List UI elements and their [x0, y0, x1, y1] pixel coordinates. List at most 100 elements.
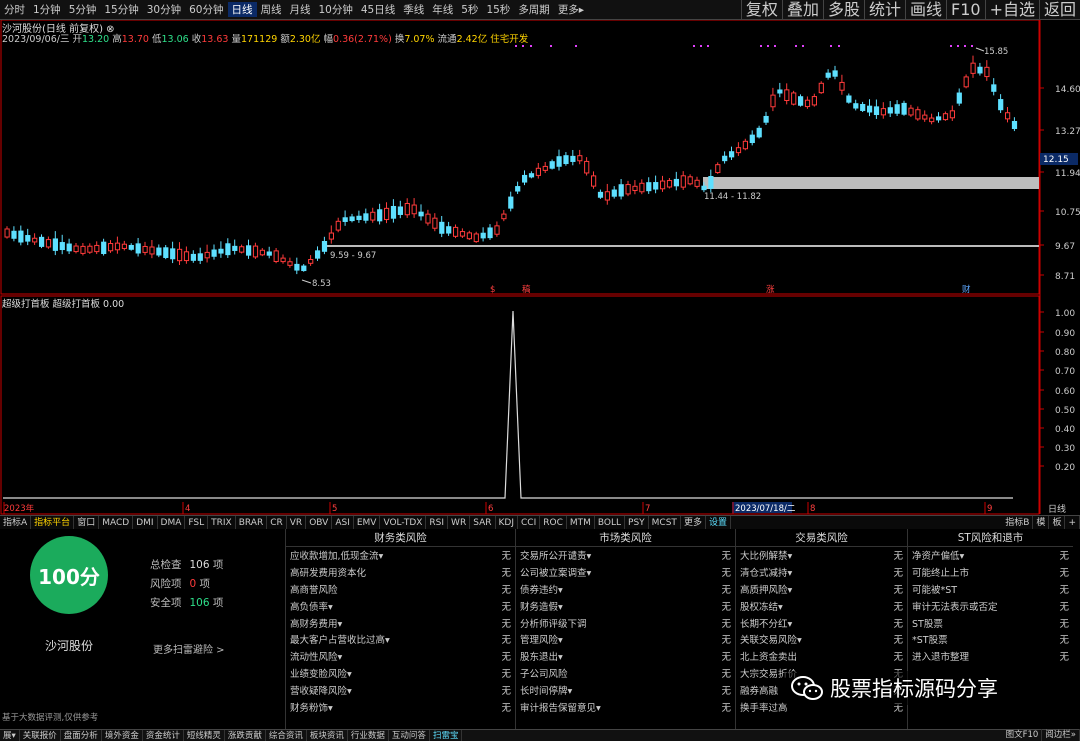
- period-5[interactable]: 60分钟: [185, 2, 227, 17]
- tab-23[interactable]: PSY: [625, 516, 649, 529]
- kline-chart[interactable]: 14.60 13.27 11.94 10.75 9.67 8.71 12.15 9.59 - …: [0, 20, 1080, 520]
- period-6[interactable]: 日线: [227, 2, 257, 17]
- period-3[interactable]: 15分钟: [100, 2, 142, 17]
- risk-row[interactable]: 营收疑降风险▾ 无: [286, 681, 515, 698]
- top-btn-0[interactable]: 复权: [740, 0, 782, 20]
- status-item-7[interactable]: 综合资讯: [266, 730, 307, 741]
- tab-12[interactable]: ASI: [332, 516, 354, 529]
- tab-4[interactable]: DMI: [133, 516, 158, 529]
- risk-row[interactable]: 分析师评级下调 无: [516, 614, 735, 631]
- period-10[interactable]: 45日线: [357, 2, 399, 17]
- risk-row[interactable]: 流动性风险▾ 无: [286, 648, 515, 665]
- status-item-0[interactable]: 展▾: [0, 730, 20, 741]
- status-item-1[interactable]: 关联报价: [20, 730, 61, 741]
- period-7[interactable]: 周线: [257, 2, 286, 17]
- event-mark[interactable]: $: [490, 285, 495, 295]
- top-btn-2[interactable]: 多股: [822, 0, 864, 20]
- risk-row[interactable]: 交易所公开谴责▾ 无: [516, 547, 735, 564]
- status-item-10[interactable]: 互动问答: [389, 730, 430, 741]
- tab-19[interactable]: CCI: [518, 516, 541, 529]
- risk-row[interactable]: 公司被立案调查▾ 无: [516, 564, 735, 581]
- risk-row[interactable]: 高质押风险▾ 无: [736, 581, 907, 598]
- period-12[interactable]: 年线: [428, 2, 457, 17]
- risk-row[interactable]: 高商誉风险 无: [286, 581, 515, 598]
- tab-22[interactable]: BOLL: [595, 516, 626, 529]
- status-item-9[interactable]: 行业数据: [348, 730, 389, 741]
- top-btn-6[interactable]: +自选: [984, 0, 1039, 20]
- period-15[interactable]: 多周期: [514, 2, 554, 17]
- status-item-11[interactable]: 扫雷宝: [430, 730, 463, 741]
- tab-16[interactable]: WR: [448, 516, 471, 529]
- status-item-2[interactable]: 盘面分析: [61, 730, 102, 741]
- tab-13[interactable]: EMV: [354, 516, 381, 529]
- period-9[interactable]: 10分钟: [315, 2, 357, 17]
- tab-3[interactable]: MACD: [99, 516, 134, 529]
- risk-row[interactable]: 股权冻结▾ 无: [736, 597, 907, 614]
- period-0[interactable]: 分时: [0, 2, 29, 17]
- tab-10[interactable]: VR: [287, 516, 307, 529]
- tab-20[interactable]: ROC: [540, 516, 567, 529]
- period-2[interactable]: 5分钟: [65, 2, 101, 17]
- risk-row[interactable]: 进入退市整理 无: [908, 648, 1073, 665]
- risk-row[interactable]: 财务造假▾ 无: [516, 597, 735, 614]
- event-mark[interactable]: 财: [962, 284, 971, 295]
- risk-row[interactable]: 长时间停牌▾ 无: [516, 681, 735, 698]
- risk-row[interactable]: 可能被*ST 无: [908, 581, 1073, 598]
- tab-17[interactable]: SAR: [470, 516, 496, 529]
- tab-14[interactable]: VOL-TDX: [380, 516, 427, 529]
- tab-right-3[interactable]: +: [1065, 516, 1080, 529]
- risk-row[interactable]: 业绩变脸风险▾ 无: [286, 665, 515, 682]
- status-item-3[interactable]: 境外资金: [102, 730, 143, 741]
- event-mark[interactable]: 稿: [522, 284, 531, 295]
- top-btn-5[interactable]: F10: [946, 0, 985, 20]
- period-4[interactable]: 30分钟: [143, 2, 185, 17]
- risk-row[interactable]: 清仓式减持▾ 无: [736, 564, 907, 581]
- status-item-8[interactable]: 板块资讯: [307, 730, 348, 741]
- tab-8[interactable]: BRAR: [236, 516, 268, 529]
- risk-row[interactable]: 高负债率▾ 无: [286, 597, 515, 614]
- risk-row[interactable]: 债券违约▾ 无: [516, 581, 735, 598]
- top-btn-7[interactable]: 返回: [1038, 0, 1080, 20]
- risk-row[interactable]: 子公司风险 无: [516, 665, 735, 682]
- risk-row[interactable]: 股东退出▾ 无: [516, 648, 735, 665]
- tab-25[interactable]: 更多: [681, 516, 706, 529]
- period-16[interactable]: 更多▸: [554, 2, 588, 17]
- tab-0[interactable]: 指标A: [0, 516, 32, 529]
- risk-row[interactable]: 财务粉饰▾ 无: [286, 698, 515, 715]
- status-item-4[interactable]: 资金统计: [143, 730, 184, 741]
- tab-18[interactable]: KDJ: [496, 516, 518, 529]
- top-btn-1[interactable]: 叠加: [781, 0, 823, 20]
- risk-row[interactable]: 高研发费用资本化 无: [286, 564, 515, 581]
- risk-row[interactable]: 审计无法表示或否定 无: [908, 597, 1073, 614]
- risk-row[interactable]: 应收款增加,低现金流▾ 无: [286, 547, 515, 564]
- tab-24[interactable]: MCST: [649, 516, 681, 529]
- tab-right-0[interactable]: 指标B: [1002, 516, 1034, 529]
- period-14[interactable]: 15秒: [482, 2, 514, 17]
- status-item-6[interactable]: 涨跌贡献: [225, 730, 266, 741]
- tab-11[interactable]: OBV: [306, 516, 333, 529]
- status-item-5[interactable]: 短线精灵: [184, 730, 225, 741]
- tab-2[interactable]: 窗口: [74, 516, 100, 529]
- risk-row[interactable]: *ST股票 无: [908, 631, 1073, 648]
- top-btn-4[interactable]: 画线: [904, 0, 946, 20]
- risk-row[interactable]: ST股票 无: [908, 614, 1073, 631]
- tab-26[interactable]: 设置: [706, 516, 731, 529]
- period-1[interactable]: 1分钟: [29, 2, 65, 17]
- risk-row[interactable]: 净资产偏低▾ 无: [908, 547, 1073, 564]
- status-right-0[interactable]: 图文F10: [1003, 729, 1043, 741]
- event-mark[interactable]: 涨: [766, 284, 775, 295]
- risk-row[interactable]: 高财务费用▾ 无: [286, 614, 515, 631]
- tab-right-1[interactable]: 模: [1033, 516, 1050, 529]
- tab-15[interactable]: RSI: [426, 516, 449, 529]
- risk-row[interactable]: 长期不分红▾ 无: [736, 614, 907, 631]
- risk-row[interactable]: 最大客户占营收比过高▾ 无: [286, 631, 515, 648]
- risk-row[interactable]: 关联交易风险▾ 无: [736, 631, 907, 648]
- risk-row[interactable]: 北上资金卖出 无: [736, 648, 907, 665]
- risk-row[interactable]: 审计报告保留意见▾ 无: [516, 698, 735, 715]
- tab-6[interactable]: FSL: [185, 516, 209, 529]
- tab-right-2[interactable]: 板: [1049, 516, 1066, 529]
- risk-row[interactable]: 大比例解禁▾ 无: [736, 547, 907, 564]
- period-8[interactable]: 月线: [286, 2, 315, 17]
- top-btn-3[interactable]: 统计: [863, 0, 905, 20]
- risk-row[interactable]: 可能终止上市 无: [908, 564, 1073, 581]
